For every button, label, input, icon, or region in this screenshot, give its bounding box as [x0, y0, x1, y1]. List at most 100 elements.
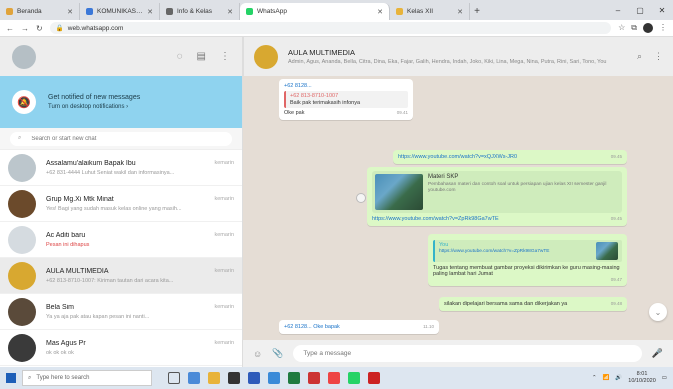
back-icon[interactable]: ← [6, 24, 14, 33]
windows-start-icon[interactable] [6, 373, 16, 383]
chat-preview: Ya ya aja pak atau kapan pesan ini nanti… [46, 313, 150, 320]
excel-icon[interactable] [288, 372, 300, 384]
search-input[interactable] [31, 135, 224, 142]
file-explorer-icon[interactable] [208, 372, 220, 384]
taskbar-search[interactable]: ⌕ Type here to search [22, 370, 152, 386]
notifications-icon[interactable]: ▭ [662, 375, 667, 381]
chat-list-item[interactable]: Mas Agus Pr kemarin ok ok ok ok [0, 330, 242, 366]
clock-date: 10/10/2020 [628, 378, 656, 384]
sidebar: ◌ ▤ ⋮ 🔕 Get notified of new messages Tur… [0, 37, 243, 367]
quoted-author: You [439, 242, 449, 248]
menu-dots-icon[interactable]: ⋮ [654, 51, 663, 62]
chat-preview: Pesan ini dihapus [46, 241, 90, 248]
browser-tab[interactable]: Beranda ✕ [0, 3, 80, 20]
maximize-button[interactable]: ▢ [629, 6, 651, 15]
browser-tab[interactable]: WhatsApp ✕ [240, 3, 390, 20]
close-tab-icon[interactable]: ✕ [147, 8, 153, 16]
status-icon[interactable]: ◌ [177, 51, 183, 62]
task-view-icon[interactable] [168, 372, 180, 384]
message-link[interactable]: https://www.youtube.com/watch?v=xQJXWs-J… [398, 154, 517, 160]
taskbar-search-placeholder: Type here to search [36, 375, 90, 381]
message-outgoing[interactable]: https://www.youtube.com/watch?v=xQJXWs-J… [393, 150, 627, 164]
tab-favicon-icon [166, 8, 173, 15]
message-outgoing-preview[interactable]: Materi SKP Pembahasan materi dan contoh … [367, 167, 627, 226]
clock[interactable]: 8:01 10/10/2020 [628, 371, 656, 385]
chat-name: Assalamu'alaikum Bapak Ibu [46, 159, 136, 167]
menu-icon[interactable]: ⋮ [659, 23, 667, 33]
mail-icon[interactable] [268, 372, 280, 384]
bell-off-icon: 🔕 [12, 90, 36, 114]
new-tab-button[interactable]: + [470, 3, 484, 20]
close-tab-icon[interactable]: ✕ [377, 8, 383, 16]
link-preview-card[interactable]: Materi SKP Pembahasan materi dan contoh … [372, 171, 622, 213]
message-outgoing[interactable]: silakan dipelajari bersama sama dan dike… [439, 297, 627, 311]
emoji-icon[interactable]: ☺ [253, 349, 262, 359]
volume-icon[interactable]: 🔊 [615, 375, 622, 381]
store-icon[interactable] [228, 372, 240, 384]
message-incoming[interactable]: +62 8128... +62 813-8710-1007 Baik pak t… [279, 79, 413, 120]
notification-link[interactable]: Turn on desktop notifications › [48, 104, 140, 110]
extensions-icon[interactable]: ⧉ [631, 23, 637, 33]
chat-list-item[interactable]: Assalamu'alaikum Bapak Ibu kemarin +62 831… [0, 150, 242, 186]
microphone-icon[interactable]: 🎤 [652, 348, 663, 359]
reload-icon[interactable]: ↻ [36, 24, 43, 33]
menu-dots-icon[interactable]: ⋮ [220, 51, 230, 62]
browser-tab[interactable]: Info & Kelas ✕ [160, 3, 240, 20]
message-text: Oke pak [284, 110, 305, 116]
chat-time: kemarin [214, 231, 234, 238]
star-icon[interactable]: ☆ [618, 23, 625, 33]
chat-time: kemarin [214, 303, 234, 310]
browser-toolbar: ← → ↻ 🔒 web.whatsapp.com ☆ ⧉ ⋮ [0, 20, 673, 37]
word-icon[interactable] [248, 372, 260, 384]
chat-list-item[interactable]: Bela Sim kemarin Ya ya aja pak atau kapan … [0, 294, 242, 330]
message-time: 09.47 [610, 277, 622, 282]
app-icon[interactable] [368, 372, 380, 384]
close-window-button[interactable]: ✕ [651, 6, 673, 15]
message-outgoing-reply[interactable]: You https://www.youtube.com/watch?v=ZpRk… [428, 234, 627, 286]
tab-label: Info & Kelas [177, 8, 213, 15]
scroll-down-button[interactable]: ⌄ [649, 303, 667, 321]
chat-avatar [8, 261, 36, 290]
chat-list-item[interactable]: AULA MULTIMEDIA kemarin +62 813-8710-1007:… [0, 258, 242, 294]
chat-list-item[interactable]: Ac Aditi baru kemarin Pesan ini dihapus [0, 222, 242, 258]
tab-label: Beranda [17, 8, 42, 15]
address-bar[interactable]: 🔒 web.whatsapp.com [49, 22, 612, 34]
attach-icon[interactable]: 📎 [272, 348, 283, 359]
chat-time: kemarin [214, 195, 234, 202]
chat-list-item[interactable]: Grup Mg.Xi Mtk Minat kemarin Yes! Bagi yan… [0, 186, 242, 222]
chat-list: Assalamu'alaikum Bapak Ibu kemarin +62 831… [0, 150, 242, 366]
browser-tab[interactable]: KOMUNIKASI DAN JARINGAN ✕ [80, 3, 160, 20]
message-link[interactable]: https://www.youtube.com/watch?v=ZpRk98Ga… [372, 216, 499, 222]
tray-chevron-icon[interactable]: ⌃ [592, 375, 597, 381]
conversation-header[interactable]: AULA MULTIMEDIA Admin, Agus, Ananda, Bel… [243, 37, 673, 76]
message-input[interactable] [293, 345, 642, 362]
quoted-message[interactable]: You https://www.youtube.com/watch?v=ZpRk… [433, 240, 622, 262]
tab-label: WhatsApp [257, 8, 287, 15]
quoted-message[interactable]: +62 813-8710-1007 Baik pak terimakasih i… [284, 91, 408, 108]
lock-icon: 🔒 [55, 25, 64, 32]
message-incoming[interactable]: +62 8128... Oke bapak 11.10 [279, 320, 439, 334]
profile-avatar[interactable] [643, 23, 653, 33]
search-icon: ⌕ [28, 374, 32, 381]
close-tab-icon[interactable]: ✕ [227, 8, 233, 16]
browser-tab[interactable]: Kelas XII ✕ [390, 3, 470, 20]
group-avatar[interactable] [254, 44, 278, 69]
forward-icon[interactable] [356, 193, 366, 203]
whatsapp-taskbar-icon[interactable] [348, 372, 360, 384]
chrome-icon[interactable] [328, 372, 340, 384]
new-chat-icon[interactable]: ▤ [197, 51, 206, 62]
tab-favicon-icon [86, 8, 93, 15]
notification-banner[interactable]: 🔕 Get notified of new messages Turn on d… [0, 76, 242, 128]
search-messages-icon[interactable]: ⌕ [637, 51, 642, 62]
chat-name: Ac Aditi baru [46, 231, 86, 239]
close-tab-icon[interactable]: ✕ [67, 8, 73, 16]
minimize-button[interactable]: – [607, 6, 629, 15]
message-time: 11.10 [423, 324, 434, 329]
network-icon[interactable]: 📶 [603, 375, 610, 381]
message-time: 09.45 [610, 154, 622, 159]
user-avatar[interactable] [12, 44, 36, 69]
close-tab-icon[interactable]: ✕ [457, 8, 463, 16]
edge-icon[interactable] [188, 372, 200, 384]
powerpoint-icon[interactable] [308, 372, 320, 384]
forward-icon[interactable]: → [21, 24, 29, 33]
